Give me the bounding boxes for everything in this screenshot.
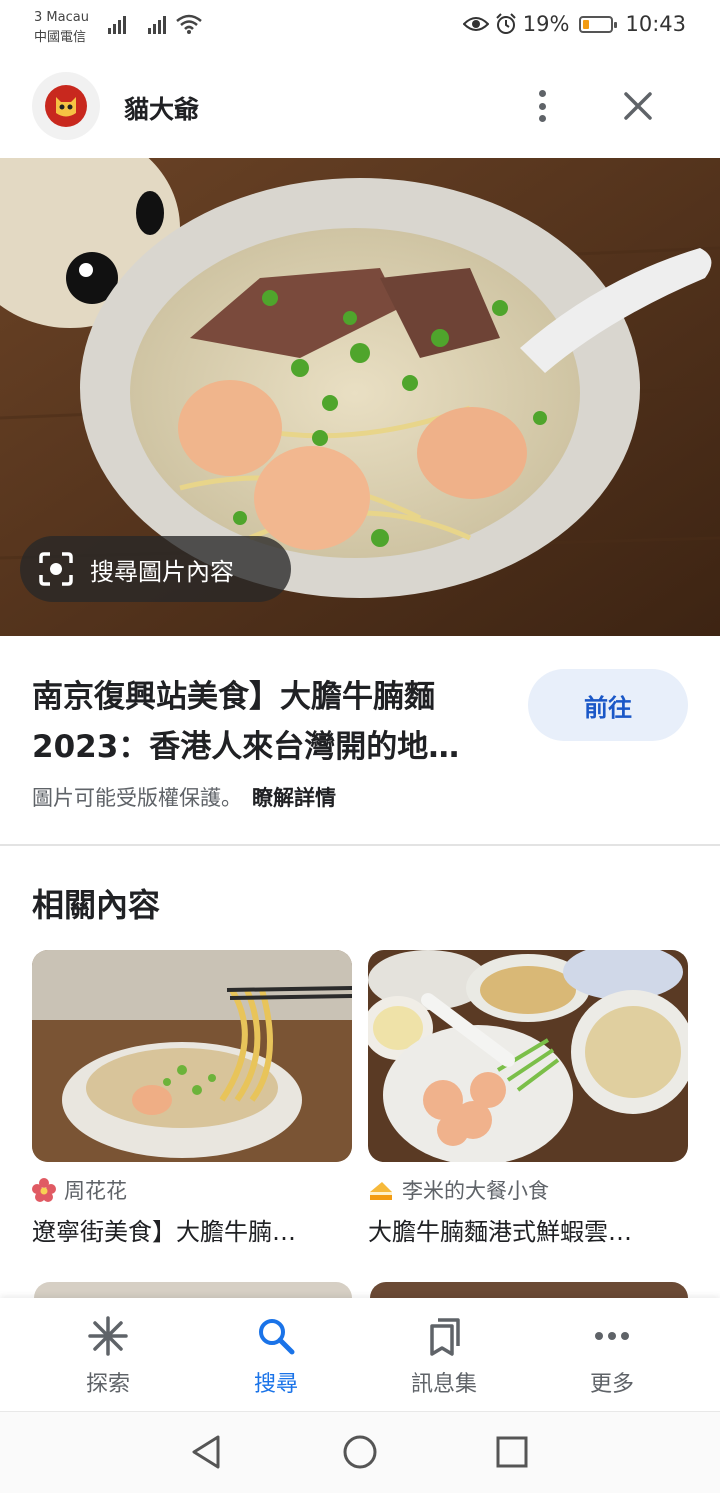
status-bar: 3 Macau 中國電信 19% 10:43	[0, 0, 720, 56]
battery-level	[583, 19, 590, 29]
related-source: 李米的大餐小食	[368, 1176, 688, 1204]
related-image[interactable]	[368, 950, 688, 1162]
recents-icon[interactable]	[494, 1434, 530, 1470]
nav-search[interactable]: 搜尋	[216, 1316, 336, 1398]
alarm-icon	[496, 13, 516, 34]
close-icon[interactable]	[618, 86, 658, 126]
learn-more-link[interactable]: 瞭解詳情	[252, 786, 336, 810]
cake-icon	[370, 1182, 392, 1200]
site-logo[interactable]	[32, 72, 100, 140]
search-icon	[259, 1319, 295, 1355]
result-title[interactable]: 南京復興站美食】大膽牛腩麵 2023：香港人來台灣開的地…	[32, 672, 512, 772]
bottom-navigation: 探索 搜尋 訊息集 更多	[0, 1298, 720, 1411]
related-source-name: 李米的大餐小食	[402, 1179, 549, 1203]
nav-label: 探索	[85, 1372, 130, 1397]
asterisk-icon	[88, 1316, 128, 1356]
result-title-line2: 2023：香港人來台灣開的地…	[32, 729, 460, 765]
result-info: 南京復興站美食】大膽牛腩麵 2023：香港人來台灣開的地… 前往 圖片可能受版權…	[0, 636, 720, 846]
site-name[interactable]: 貓大爺	[124, 90, 199, 126]
battery-icon	[579, 15, 618, 33]
signal-icon	[108, 14, 126, 34]
nav-explore[interactable]: 探索	[48, 1316, 168, 1398]
collections-icon	[430, 1318, 460, 1356]
nav-label: 訊息集	[410, 1372, 477, 1397]
related-heading: 相關內容	[32, 886, 161, 924]
more-vert-icon[interactable]	[526, 86, 558, 126]
copyright-notice: 圖片可能受版權保護。 瞭解詳情	[32, 782, 336, 812]
related-card[interactable]: 李米的大餐小食 大膽牛腩麵港式鮮蝦雲…	[368, 950, 688, 1247]
more-horiz-icon	[595, 1332, 629, 1340]
related-source: 周花花	[32, 1176, 352, 1204]
carrier-name: 3 Macau	[34, 10, 89, 25]
viewer-header: 貓大爺	[0, 56, 720, 158]
home-icon[interactable]	[342, 1434, 378, 1470]
result-title-line1: 南京復興站美食】大膽牛腩麵	[32, 679, 435, 715]
eye-icon	[462, 17, 489, 31]
related-title[interactable]: 遼寧街美食】大膽牛腩…	[32, 1212, 342, 1247]
battery-percent: 19%	[522, 12, 570, 36]
carrier-name-secondary: 中國電信	[34, 30, 87, 45]
search-image-label: 搜尋圖片內容	[90, 557, 234, 586]
related-image[interactable]	[32, 950, 352, 1162]
related-title[interactable]: 大膽牛腩麵港式鮮蝦雲…	[368, 1212, 678, 1247]
hero-image[interactable]: 搜尋圖片內容	[0, 158, 720, 636]
search-image-button[interactable]: 搜尋圖片內容	[20, 536, 291, 602]
nav-label: 搜尋	[253, 1372, 298, 1397]
related-source-name: 周花花	[64, 1179, 127, 1203]
copyright-text: 圖片可能受版權保護。	[32, 786, 242, 810]
carrier-info: 3 Macau 中國電信	[34, 8, 89, 48]
visit-button[interactable]: 前往	[528, 669, 688, 741]
cat-logo	[45, 85, 87, 127]
nav-more[interactable]: 更多	[552, 1316, 672, 1398]
back-icon[interactable]	[188, 1434, 224, 1470]
flower-icon	[32, 1178, 56, 1202]
lens-icon	[39, 552, 73, 586]
signal-icon	[148, 14, 166, 34]
system-navigation-bar	[0, 1411, 720, 1493]
clock: 10:43	[625, 12, 686, 36]
status-icons: 19% 10:43	[462, 12, 686, 36]
nav-collections[interactable]: 訊息集	[384, 1316, 504, 1398]
wifi-icon	[176, 14, 202, 34]
related-card[interactable]: 周花花 遼寧街美食】大膽牛腩…	[32, 950, 352, 1247]
nav-label: 更多	[589, 1372, 634, 1397]
